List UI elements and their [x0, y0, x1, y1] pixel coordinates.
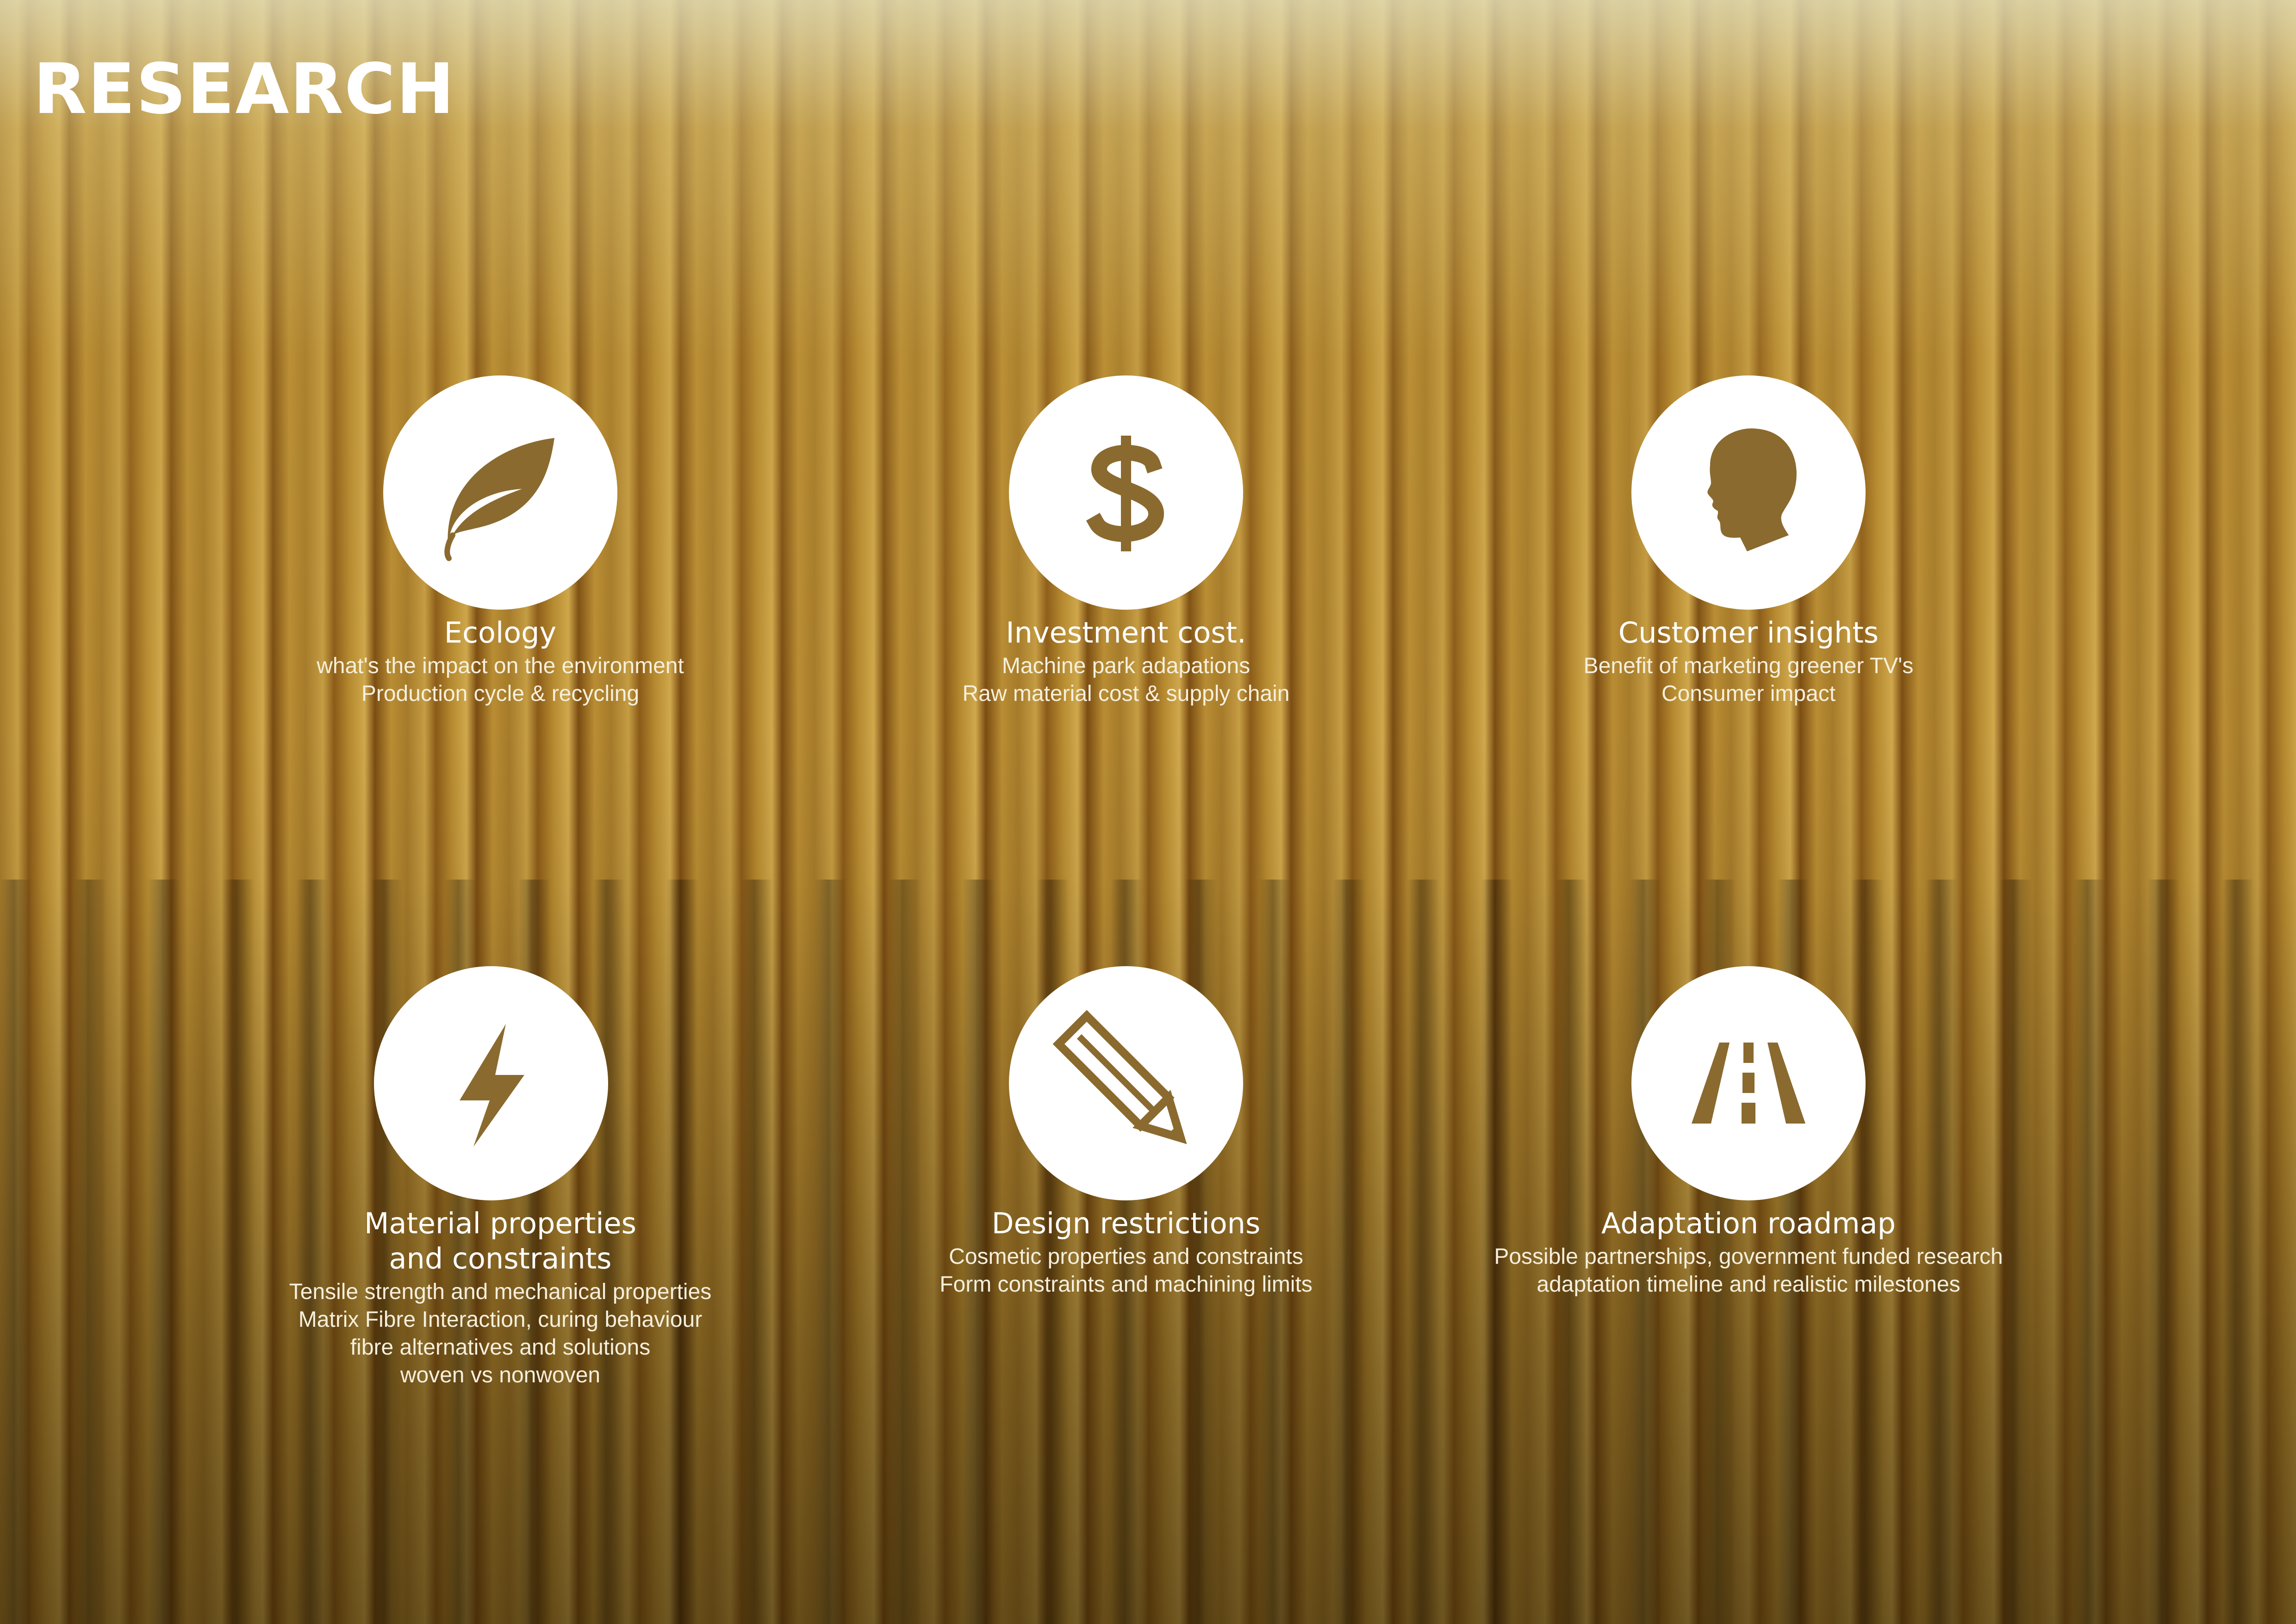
item-title: Customer insights [1618, 616, 1879, 650]
description-line: Matrix Fibre Interaction, curing behavio… [298, 1307, 703, 1332]
icon-circle [383, 375, 617, 610]
icon-circle [1631, 375, 1866, 610]
item-description: Tensile strength and mechanical properti… [199, 1278, 801, 1389]
dollar-icon [1086, 436, 1164, 551]
description-line: Tensile strength and mechanical properti… [289, 1280, 712, 1304]
research-item-investment: Investment cost. Machine park adapations… [825, 375, 1427, 708]
research-item-design: Design restrictions Cosmetic properties … [825, 966, 1427, 1299]
head-profile-icon [1707, 428, 1797, 551]
research-item-customer: Customer insights Benefit of marketing g… [1448, 375, 2049, 708]
icon-circle [1631, 966, 1866, 1200]
item-description: Benefit of marketing greener TV's Consum… [1448, 652, 2049, 708]
page-title: RESEARCH [33, 49, 455, 130]
description-line: adaptation timeline and realistic milest… [1537, 1272, 1960, 1297]
research-item-roadmap: Adaptation roadmap Possible partnerships… [1448, 966, 2049, 1299]
pencil-icon [1052, 1010, 1187, 1144]
item-description: Machine park adapations Raw material cos… [825, 652, 1427, 708]
item-description: Possible partnerships, government funded… [1448, 1243, 2049, 1299]
description-line: Production cycle & recycling [361, 681, 640, 706]
leaf-icon [444, 438, 554, 561]
description-line: Machine park adapations [1002, 654, 1251, 678]
item-title: Ecology [444, 616, 557, 650]
description-line: woven vs nonwoven [400, 1363, 601, 1387]
description-line: fibre alternatives and solutions [350, 1335, 651, 1360]
research-item-material: Material properties and constraints Tens… [199, 966, 801, 1389]
item-title: Material properties and constraints [364, 1206, 636, 1275]
lightning-icon [460, 1024, 524, 1147]
icon-circle [1009, 375, 1243, 610]
description-line: Benefit of marketing greener TV's [1583, 654, 1914, 678]
item-title: Design restrictions [991, 1206, 1261, 1240]
item-description: what's the impact on the environment Pro… [199, 652, 801, 708]
item-description: Cosmetic properties and constraints Form… [825, 1243, 1427, 1299]
icon-circle [1009, 966, 1243, 1200]
description-line: Raw material cost & supply chain [962, 681, 1290, 706]
description-line: Cosmetic properties and constraints [949, 1244, 1303, 1269]
description-line: what's the impact on the environment [317, 654, 684, 678]
research-item-ecology: Ecology what's the impact on the environ… [199, 375, 801, 708]
item-title: Adaptation roadmap [1601, 1206, 1896, 1240]
road-icon [1692, 1043, 1805, 1124]
description-line: Form constraints and machining limits [940, 1272, 1313, 1297]
item-title: Investment cost. [1006, 616, 1246, 650]
description-line: Consumer impact [1661, 681, 1836, 706]
description-line: Possible partnerships, government funded… [1494, 1244, 2003, 1269]
icon-circle [374, 966, 608, 1200]
